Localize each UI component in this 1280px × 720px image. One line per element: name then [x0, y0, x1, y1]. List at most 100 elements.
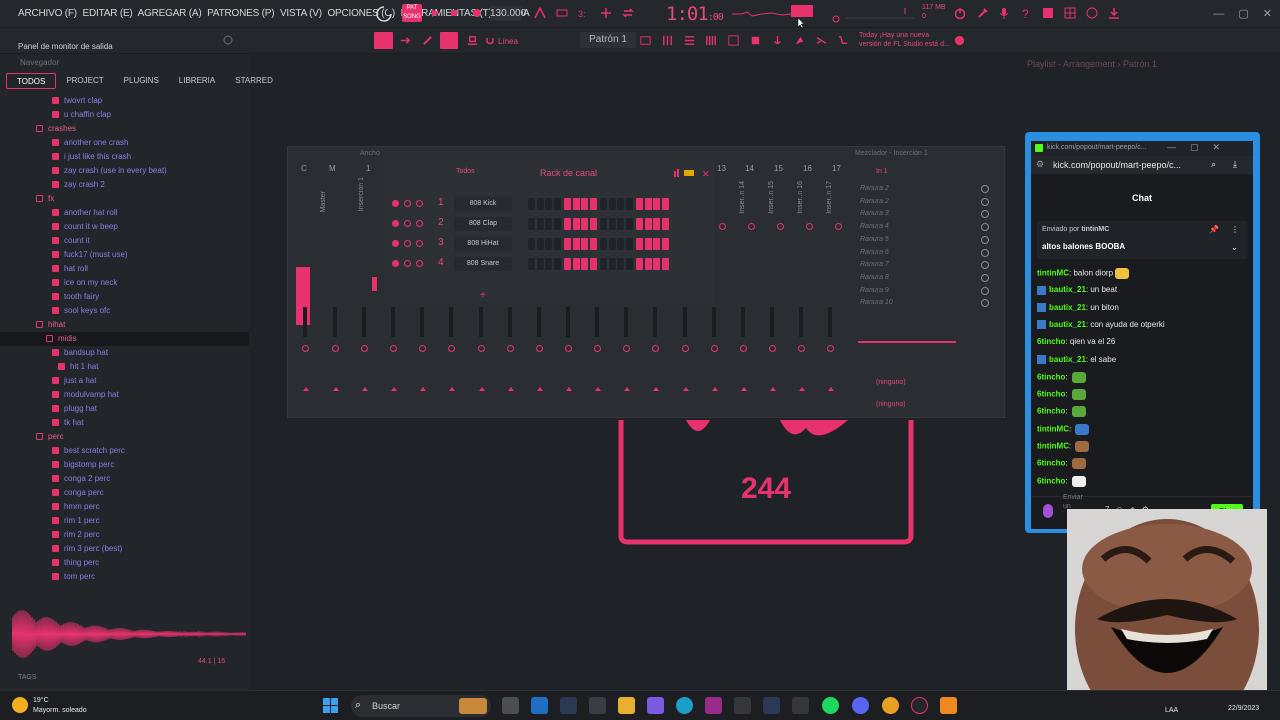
step-button[interactable]: [625, 258, 633, 270]
fx-slot-toggle[interactable]: [981, 185, 989, 193]
chat-username[interactable]: bautix_21: [1049, 285, 1086, 294]
volume-fader[interactable]: [479, 307, 483, 337]
browser-folder[interactable]: fx: [0, 192, 249, 206]
browser-folder[interactable]: crashes: [0, 122, 249, 136]
windows-start-icon[interactable]: [322, 697, 339, 714]
step-button[interactable]: [545, 198, 553, 210]
volume-fader[interactable]: [683, 307, 687, 337]
aim-icon[interactable]: [734, 697, 751, 714]
chat-bubble-icon[interactable]: [1085, 6, 1099, 20]
browser-file[interactable]: bigstomp perc: [0, 458, 249, 472]
fx-slot-toggle[interactable]: [981, 223, 989, 232]
chat-username[interactable]: 6tincho: [1037, 476, 1065, 485]
tempo-display[interactable]: 130.000: [490, 6, 526, 21]
spotify-icon[interactable]: [822, 697, 839, 714]
route-arrow[interactable]: [420, 387, 426, 391]
record-icon[interactable]: [470, 6, 484, 20]
tab-libreria[interactable]: LIBRERIA: [169, 73, 225, 89]
copilot-icon[interactable]: [647, 697, 664, 714]
route-arrow[interactable]: [537, 387, 543, 391]
step-button[interactable]: [644, 218, 652, 230]
pencil-icon[interactable]: [421, 34, 434, 47]
volume-fader[interactable]: [799, 307, 803, 337]
close-icon[interactable]: ✕: [1263, 8, 1272, 20]
mixer-view-icon[interactable]: [661, 34, 674, 47]
touch-controller-icon[interactable]: [793, 34, 806, 47]
route-arrow[interactable]: [333, 387, 339, 391]
stereo-knob[interactable]: [419, 345, 426, 352]
browser-file[interactable]: hit 1 hat: [0, 360, 249, 374]
step-button[interactable]: [617, 218, 625, 230]
step-button[interactable]: [617, 258, 625, 270]
fx-slot[interactable]: Ranura 2: [860, 185, 889, 192]
step-button[interactable]: [600, 238, 607, 250]
steam-icon[interactable]: [560, 697, 577, 714]
stereo-knob[interactable]: [478, 345, 485, 352]
rack-graph-icon[interactable]: ✕: [674, 168, 710, 178]
step-button[interactable]: [608, 258, 616, 270]
more-icon[interactable]: ⋮: [1231, 225, 1239, 234]
channel-name-button[interactable]: 808 Kick: [454, 197, 512, 211]
step-button[interactable]: [661, 198, 669, 210]
step-button[interactable]: [661, 258, 669, 270]
chat-username[interactable]: 6tincho: [1037, 407, 1065, 416]
step-button[interactable]: [625, 238, 633, 250]
browser-icon[interactable]: [727, 34, 740, 47]
step-button[interactable]: [617, 198, 625, 210]
channel-vol-knob[interactable]: [416, 200, 423, 207]
step-button[interactable]: [644, 198, 652, 210]
channel-rack-icon[interactable]: [683, 34, 696, 47]
browser-file[interactable]: twovrt clap: [0, 94, 249, 108]
channel-name-button[interactable]: 808 Snare: [454, 257, 512, 271]
fx-slot[interactable]: Ranura 4: [860, 223, 889, 230]
browser-file[interactable]: another one crash: [0, 136, 249, 150]
app-icon[interactable]: [705, 697, 722, 714]
chat-window-controls[interactable]: —▢✕: [1167, 142, 1234, 153]
menu-agregar[interactable]: AGREGAR (A): [138, 8, 202, 19]
send-1[interactable]: (ninguno): [876, 379, 906, 386]
channel-mute-led[interactable]: [392, 260, 399, 267]
channel-number[interactable]: 1: [438, 197, 444, 208]
wrench-icon[interactable]: [976, 6, 990, 20]
step-button[interactable]: [572, 258, 580, 270]
weather-widget[interactable]: 19°C Mayorm. soleado: [33, 696, 87, 716]
chat-username[interactable]: 6tincho: [1037, 390, 1065, 399]
countdown-icon[interactable]: 3:: [577, 6, 591, 20]
channel-number[interactable]: 3: [438, 237, 444, 248]
fx-slot[interactable]: Ranura 9: [860, 287, 889, 294]
route-arrow[interactable]: [479, 387, 485, 391]
step-button[interactable]: [589, 258, 597, 270]
step-button[interactable]: [572, 198, 580, 210]
browser-folder[interactable]: hihat: [0, 318, 249, 332]
fx-slot-toggle[interactable]: [981, 261, 989, 270]
volume-fader[interactable]: [420, 307, 424, 337]
mic-icon[interactable]: [997, 6, 1011, 20]
insert-input[interactable]: In 1: [876, 168, 888, 175]
step-button[interactable]: [581, 198, 589, 210]
step-button[interactable]: [581, 258, 589, 270]
magnet-icon[interactable]: [486, 37, 494, 45]
step-button[interactable]: [600, 218, 607, 230]
step-button[interactable]: [553, 198, 561, 210]
menu-archivo[interactable]: ARCHIVO (F): [18, 8, 77, 19]
news-panel[interactable]: Today ¡Hay una nueva versión de FL Studio…: [859, 31, 950, 49]
chat-username[interactable]: bautix_21: [1049, 355, 1086, 364]
stereo-knob[interactable]: [302, 345, 309, 352]
channel-pan-knob[interactable]: [404, 200, 411, 207]
fx-slot[interactable]: Ranura 8: [860, 274, 889, 281]
step-button[interactable]: [625, 198, 633, 210]
plugin-picker-icon[interactable]: [749, 34, 762, 47]
save-icon[interactable]: [1041, 6, 1055, 20]
mic-badge-icon[interactable]: [1043, 504, 1053, 518]
fx-slot[interactable]: Ranura 7: [860, 261, 889, 268]
pan-knob[interactable]: [806, 223, 813, 230]
tab-todos[interactable]: TODOS: [6, 73, 57, 89]
browser-file[interactable]: modulvamp hat: [0, 388, 249, 402]
route-arrow[interactable]: [799, 387, 805, 391]
step-button[interactable]: [589, 198, 597, 210]
arrow-split-icon[interactable]: [815, 34, 828, 47]
route-arrow[interactable]: [566, 387, 572, 391]
stereo-knob[interactable]: [682, 345, 689, 352]
step-button[interactable]: [528, 218, 535, 230]
volume-fader[interactable]: [508, 307, 512, 337]
